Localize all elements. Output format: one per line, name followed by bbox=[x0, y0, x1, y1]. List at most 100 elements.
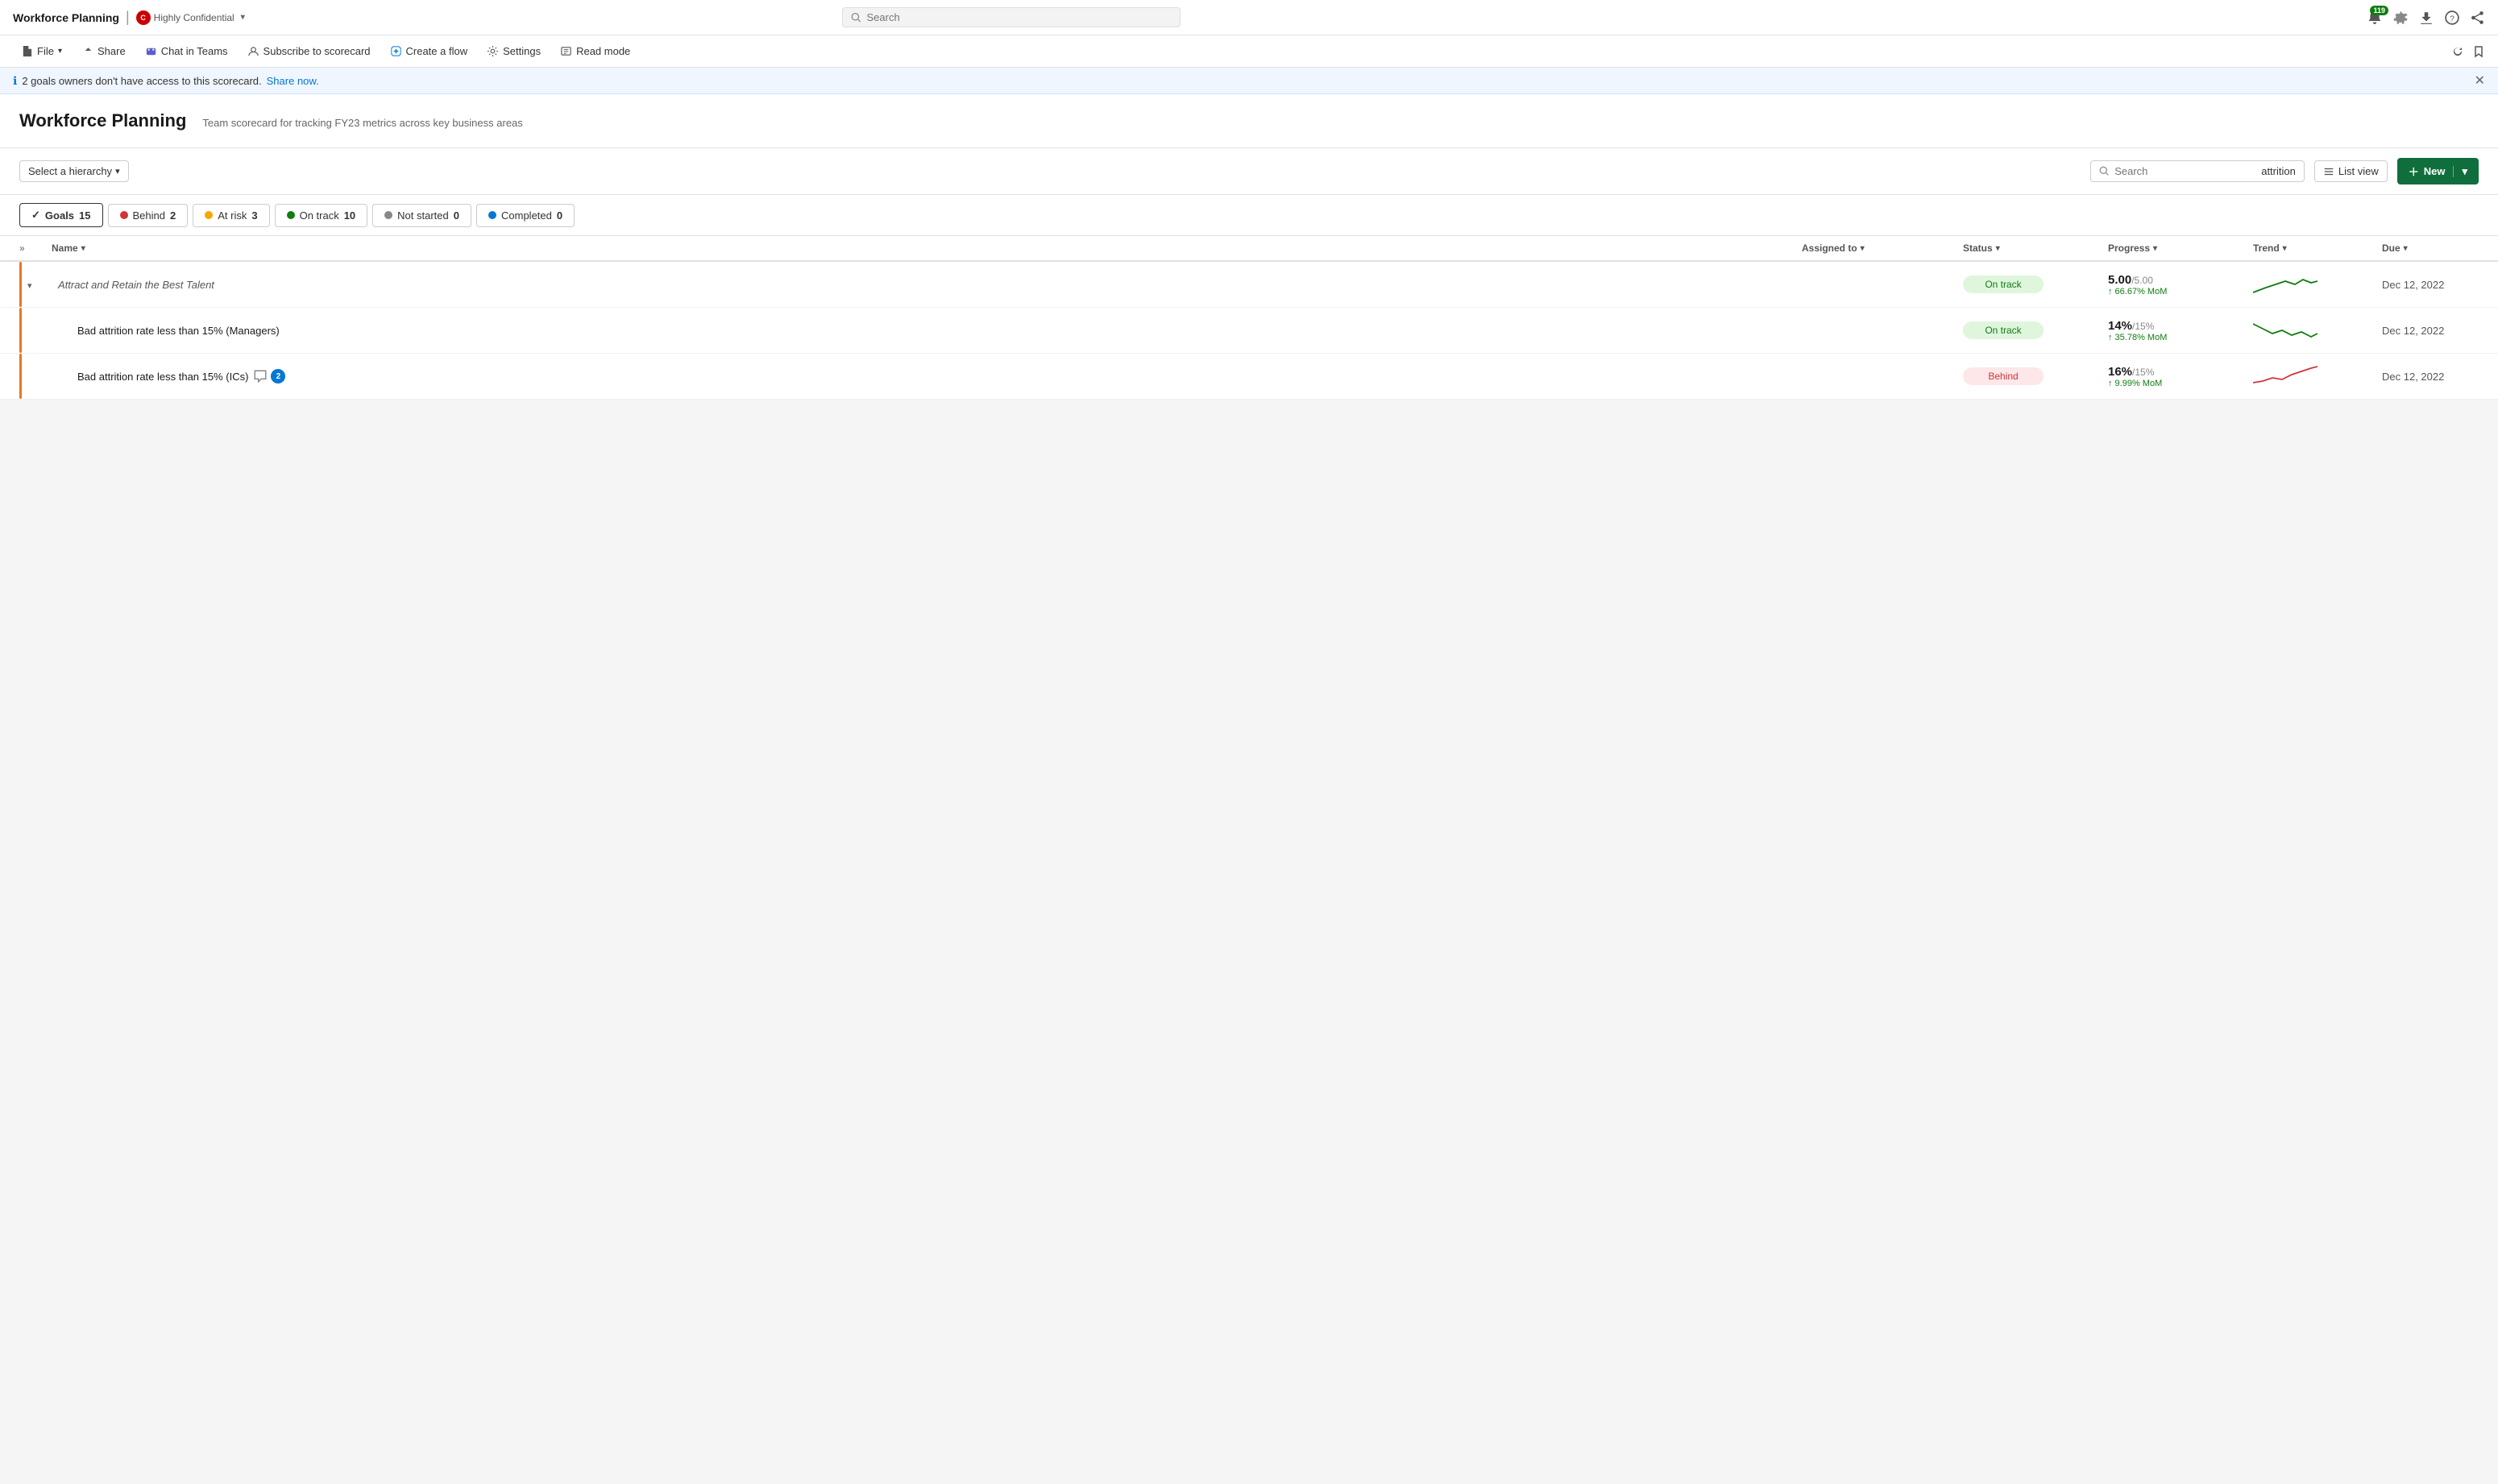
goal-name-cell[interactable]: Bad attrition rate less than 15% (Manage… bbox=[52, 325, 1802, 337]
title-bar-actions: 119 ? bbox=[2367, 10, 2485, 25]
trend-sort-icon: ▾ bbox=[2283, 244, 2287, 253]
comment-button[interactable]: 2 bbox=[253, 369, 285, 383]
at-risk-dot bbox=[205, 211, 213, 219]
progress-cell: 14%/15% ↑ 35.78% MoM bbox=[2108, 319, 2253, 342]
info-icon: ℹ bbox=[13, 74, 17, 88]
list-view-icon bbox=[2323, 166, 2334, 177]
global-search-input[interactable] bbox=[867, 11, 1172, 23]
progress-target: /5.00 bbox=[2131, 275, 2153, 286]
view-toggle[interactable]: List view bbox=[2314, 160, 2388, 182]
view-toggle-label: List view bbox=[2338, 165, 2379, 177]
col-expand: » bbox=[19, 242, 52, 254]
assigned-sort-icon: ▾ bbox=[1861, 244, 1865, 253]
notifications-button[interactable]: 119 bbox=[2367, 10, 2382, 25]
bookmark-button[interactable] bbox=[2472, 45, 2485, 58]
progress-mom: ↑ 35.78% MoM bbox=[2108, 333, 2253, 342]
help-icon-button[interactable]: ? bbox=[2445, 10, 2459, 25]
status-pill: Behind bbox=[1963, 367, 2044, 385]
col-name-header[interactable]: Name ▾ bbox=[52, 242, 1802, 254]
table-row: ▾ Attract and Retain the Best Talent On … bbox=[0, 262, 2498, 308]
name-sort-icon: ▾ bbox=[81, 244, 85, 253]
stat-not-started-count: 0 bbox=[454, 209, 459, 222]
stat-behind-count: 2 bbox=[170, 209, 176, 222]
stat-at-risk-label: At risk bbox=[218, 209, 247, 222]
read-mode-button[interactable]: Read mode bbox=[552, 41, 638, 61]
stat-on-track-label: On track bbox=[300, 209, 339, 222]
progress-target: /15% bbox=[2132, 367, 2154, 378]
stat-goals[interactable]: ✓ Goals 15 bbox=[19, 203, 103, 227]
stat-on-track[interactable]: On track 10 bbox=[275, 204, 368, 227]
status-pill: On track bbox=[1963, 276, 2044, 293]
flow-icon bbox=[390, 45, 402, 57]
goal-name-cell[interactable]: Attract and Retain the Best Talent bbox=[52, 279, 1802, 291]
comment-count-badge: 2 bbox=[271, 369, 285, 383]
new-btn-divider bbox=[2453, 166, 2454, 177]
read-icon bbox=[560, 45, 572, 57]
col-status-header[interactable]: Status ▾ bbox=[1963, 242, 2108, 254]
filter-search[interactable]: attrition bbox=[2090, 160, 2305, 182]
trend-chart bbox=[2253, 270, 2317, 299]
title-dropdown-arrow[interactable]: ▾ bbox=[241, 13, 245, 22]
page-header: Workforce Planning Team scorecard for tr… bbox=[0, 94, 2498, 148]
settings-icon-button[interactable] bbox=[2393, 10, 2408, 25]
status-cell: On track bbox=[1963, 276, 2108, 293]
search-icon bbox=[851, 12, 861, 23]
new-button[interactable]: ＋ New ▾ bbox=[2397, 158, 2479, 184]
row-expand-btn[interactable]: ▾ bbox=[19, 278, 52, 291]
progress-target: /15% bbox=[2132, 321, 2154, 332]
stat-behind-label: Behind bbox=[133, 209, 165, 222]
toolbar: File ▾ Share Chat in Teams Subscribe to … bbox=[0, 35, 2498, 68]
share-now-link[interactable]: Share now. bbox=[267, 75, 319, 87]
stat-at-risk[interactable]: At risk 3 bbox=[193, 204, 269, 227]
close-banner-button[interactable]: ✕ bbox=[2475, 73, 2485, 89]
hierarchy-select[interactable]: Select a hierarchy ▾ bbox=[19, 160, 129, 182]
table-row: Bad attrition rate less than 15% (ICs) 2… bbox=[0, 354, 2498, 400]
settings-button[interactable]: Settings bbox=[479, 41, 549, 61]
settings-icon bbox=[487, 45, 499, 57]
due-date-cell: Dec 12, 2022 bbox=[2382, 371, 2479, 383]
chat-in-teams-button[interactable]: Chat in Teams bbox=[137, 41, 236, 61]
share-button[interactable]: Share bbox=[73, 41, 134, 61]
share-icon-button[interactable] bbox=[2471, 10, 2485, 25]
share-icon bbox=[81, 45, 93, 57]
completed-dot bbox=[488, 211, 496, 219]
row-accent-bar bbox=[19, 354, 22, 399]
subscribe-button[interactable]: Subscribe to scorecard bbox=[239, 41, 379, 61]
stat-completed[interactable]: Completed 0 bbox=[476, 204, 575, 227]
global-search[interactable] bbox=[842, 7, 1181, 27]
controls-row: Select a hierarchy ▾ attrition List view… bbox=[0, 148, 2498, 195]
col-assigned-header[interactable]: Assigned to ▾ bbox=[1802, 242, 1963, 254]
stat-goals-count: 15 bbox=[79, 209, 90, 222]
filter-search-value: attrition bbox=[2261, 165, 2296, 177]
svg-text:?: ? bbox=[2450, 15, 2454, 23]
goals-table: » Name ▾ Assigned to ▾ Status ▾ Progress… bbox=[0, 236, 2498, 400]
expand-all-icon[interactable]: » bbox=[19, 242, 25, 254]
file-menu-button[interactable]: File ▾ bbox=[13, 41, 70, 61]
new-btn-plus: ＋ bbox=[2409, 164, 2419, 179]
download-icon-button[interactable] bbox=[2419, 10, 2434, 25]
stat-not-started-label: Not started bbox=[397, 209, 449, 222]
subscribe-icon bbox=[247, 45, 259, 57]
stat-behind[interactable]: Behind 2 bbox=[108, 204, 189, 227]
table-row: Bad attrition rate less than 15% (Manage… bbox=[0, 308, 2498, 354]
stat-completed-label: Completed bbox=[501, 209, 552, 222]
goal-name-cell[interactable]: Bad attrition rate less than 15% (ICs) 2 bbox=[52, 369, 1802, 383]
filter-search-input[interactable] bbox=[2114, 165, 2256, 177]
due-date-cell: Dec 12, 2022 bbox=[2382, 279, 2479, 291]
file-icon bbox=[21, 45, 33, 57]
app-title-section: Workforce Planning | C Highly Confidenti… bbox=[13, 9, 245, 26]
refresh-button[interactable] bbox=[2451, 45, 2464, 58]
page-subtitle: Team scorecard for tracking FY23 metrics… bbox=[202, 117, 522, 129]
title-bar: Workforce Planning | C Highly Confidenti… bbox=[0, 0, 2498, 35]
col-due-header[interactable]: Due ▾ bbox=[2382, 242, 2479, 254]
status-cell: Behind bbox=[1963, 367, 2108, 385]
col-progress-header[interactable]: Progress ▾ bbox=[2108, 242, 2253, 254]
new-btn-label: New bbox=[2424, 165, 2446, 177]
row-accent-bar bbox=[19, 308, 22, 353]
due-date-cell: Dec 12, 2022 bbox=[2382, 325, 2479, 337]
progress-cell: 5.00/5.00 ↑ 66.67% MoM bbox=[2108, 273, 2253, 296]
create-flow-button[interactable]: Create a flow bbox=[382, 41, 476, 61]
trend-cell bbox=[2253, 316, 2382, 345]
col-trend-header[interactable]: Trend ▾ bbox=[2253, 242, 2382, 254]
stat-not-started[interactable]: Not started 0 bbox=[372, 204, 471, 227]
